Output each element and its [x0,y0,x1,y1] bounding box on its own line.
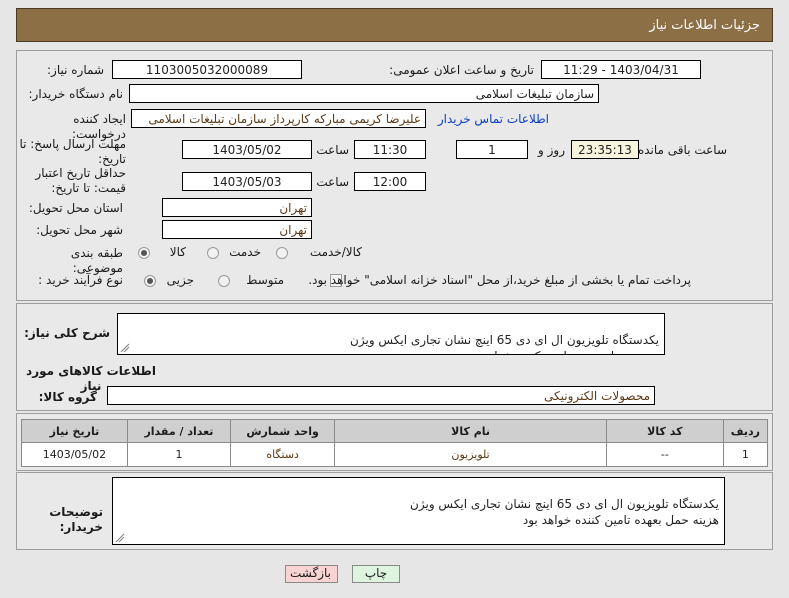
field-price-validity-hour[interactable]: 12:00 [354,172,426,191]
field-goods-group[interactable]: محصولات الکترونیکی [107,386,655,405]
page-title: جزئیات اطلاعات نیاز [649,18,760,33]
field-reply-deadline-hour[interactable]: 11:30 [354,140,426,159]
cell-quantity: 1 [126,442,232,467]
radio-label-process-jozei[interactable]: جزیی [167,272,194,288]
page-header-banner: جزئیات اطلاعات نیاز [16,8,773,42]
radio-subject-kala[interactable] [138,247,150,259]
cell-code: -- [605,442,724,467]
need-summary-text: یکدستگاه تلویزیون ال ای دی 65 اینچ نشان … [350,333,659,354]
radio-subject-kala-khedmat[interactable] [276,247,288,259]
field-buyer-notes[interactable]: یکدستگاه تلویزیون ال ای دی 65 اینچ نشان … [112,477,725,545]
label-delivery-province: استان محل تحویل: [28,201,123,215]
resize-grip-icon [120,343,130,353]
th-code: کد کالا [605,419,724,443]
field-need-summary[interactable]: یکدستگاه تلویزیون ال ای دی 65 اینچ نشان … [117,313,665,355]
th-need-date: تاریخ نیاز [21,419,128,443]
print-button[interactable]: چاپ [352,565,400,583]
label-need-summary: شرح کلی نیاز: [24,326,110,340]
cell-need-date: 1403/05/02 [21,442,128,467]
cell-row-no: 1 [722,442,769,467]
th-unit: واحد شمارش [230,419,336,443]
label-reply-deadline-hour: ساعت [316,143,349,157]
radio-process-motevaset[interactable] [218,275,230,287]
cell-name: تلویزیون [334,442,607,467]
resize-grip-icon [115,533,125,543]
field-delivery-city[interactable]: تهران [162,220,312,239]
label-buyer-org: نام دستگاه خریدار: [28,87,124,101]
field-reply-deadline-date[interactable]: 1403/05/02 [182,140,312,159]
radio-label-subject-khedmat[interactable]: خدمت [229,244,261,260]
label-goods-group: گروه کالا: [38,390,97,404]
label-buyer-notes: توضیحات خریدار: [49,505,103,534]
radio-label-subject-kala[interactable]: کالا [170,244,186,260]
radio-label-process-motevaset[interactable]: متوسط [246,272,284,288]
page-root: جزئیات اطلاعات نیاز ArbaTender.ir شماره … [0,0,789,598]
label-price-validity: حداقل تاریخ اعتبار قیمت: تا تاریخ: [35,166,126,195]
table-row[interactable]: 1 -- تلویزیون دستگاه 1 1403/05/02 [21,442,769,467]
label-price-validity-hour: ساعت [316,175,349,189]
radio-process-jozei[interactable] [144,275,156,287]
label-remaining-days-text: روز و [538,143,565,157]
field-delivery-province[interactable]: تهران [162,198,312,217]
th-name: نام کالا [334,419,607,443]
field-buyer-org[interactable]: سازمان تبلیغات اسلامی [129,84,599,103]
label-delivery-city: شهر محل تحویل: [36,223,123,237]
field-request-creator[interactable]: علیرضا کریمی مبارکه کارپرداز سازمان تبلی… [131,109,426,128]
goods-table: ردیف کد کالا نام کالا واحد شمارش تعداد /… [21,419,769,467]
buyer-contact-link[interactable]: اطلاعات تماس خریدار [438,111,549,127]
label-countdown-text: ساعت باقی مانده [637,143,727,157]
field-countdown-timer: 23:35:13 [571,140,639,159]
label-islamic-treasury: پرداخت تمام یا بخشی از مبلغ خرید،از محل … [308,273,691,287]
cell-unit: دستگاه [230,442,336,467]
field-need-number[interactable]: 1103005032000089 [112,60,302,79]
label-purchase-process: نوع فرآیند خرید : [38,273,123,287]
field-price-validity-date[interactable]: 1403/05/03 [182,172,312,191]
label-reply-deadline: مهلت ارسال پاسخ: تا تاریخ: [19,137,126,166]
th-row-no: ردیف [722,419,769,443]
field-announce-datetime[interactable]: 1403/04/31 - 11:29 [541,60,701,79]
back-button[interactable]: بازگشت [285,565,338,583]
buyer-notes-text: یکدستگاه تلویزیون ال ای دی 65 اینچ نشان … [410,497,719,527]
field-remaining-days[interactable]: 1 [456,140,528,159]
label-need-number: شماره نیاز: [47,63,104,77]
table-header-row: ردیف کد کالا نام کالا واحد شمارش تعداد /… [21,419,769,443]
radio-subject-khedmat[interactable] [207,247,219,259]
radio-label-subject-kala-khedmat[interactable]: کالا/خدمت [310,244,362,260]
label-subject-classification: طبقه بندی موضوعی: [70,246,123,275]
label-announce-datetime: تاریخ و ساعت اعلان عمومی: [389,63,534,77]
th-quantity: تعداد / مقدار [126,419,232,443]
